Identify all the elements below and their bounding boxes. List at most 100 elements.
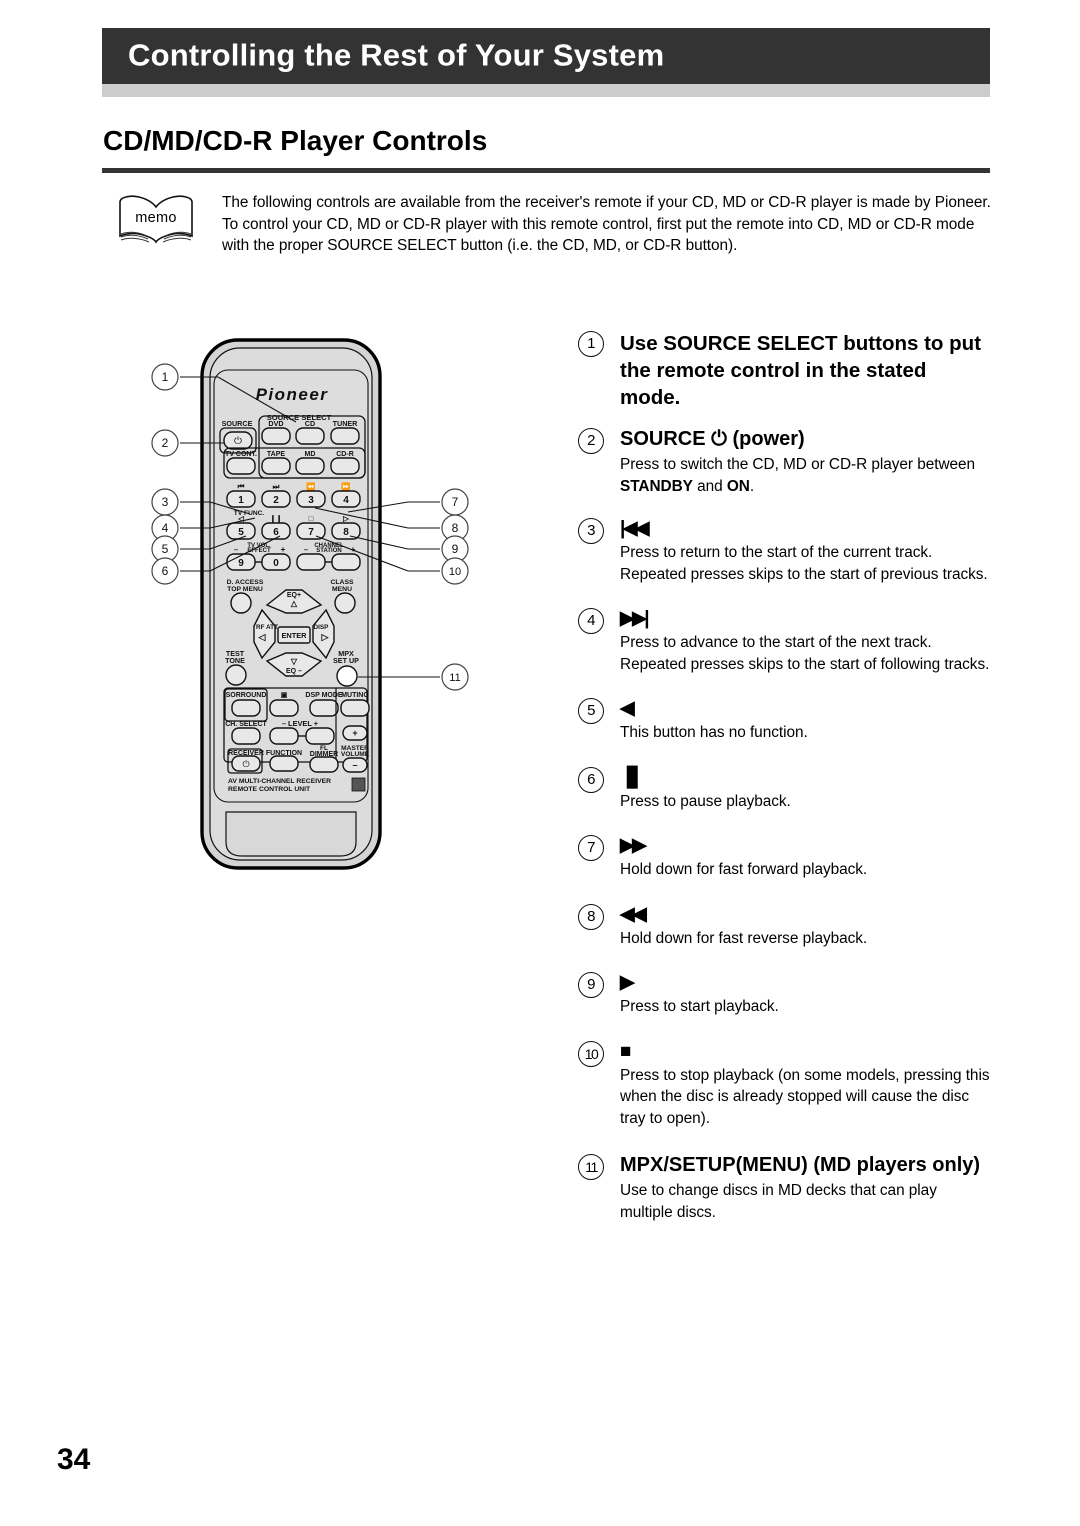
glyph-rewind: ⏪ bbox=[306, 482, 315, 491]
control-item-6: 6 ▐▌ Press to pause playback. bbox=[578, 766, 990, 813]
control-item-5: 5 ◀ This button has no function. bbox=[578, 697, 990, 744]
page-header-bar: Controlling the Rest of Your System bbox=[102, 28, 990, 84]
control-body-6: Press to pause playback. bbox=[620, 792, 791, 810]
top-menu-label: TOP MENU bbox=[227, 586, 263, 593]
menu-label: MENU bbox=[332, 586, 352, 593]
svg-text:–: – bbox=[304, 545, 308, 554]
btn-cd bbox=[295, 427, 325, 445]
memo-book-icon: memo bbox=[117, 194, 195, 248]
control-body-5: This button has no function. bbox=[620, 724, 808, 741]
btn-label-dvd: DVD bbox=[268, 419, 283, 428]
control-heading-2: SOURCE ⏻ (power) bbox=[620, 428, 805, 450]
svg-text:4: 4 bbox=[162, 521, 169, 535]
eq-minus-label: EQ – bbox=[286, 668, 302, 675]
btn-fl-dimmer bbox=[309, 756, 339, 773]
svg-text:5: 5 bbox=[162, 542, 169, 556]
control-item-7: 7 ▶▶ Hold down for fast forward playback… bbox=[578, 834, 990, 881]
control-item-3: 3 |◀◀ Press to return to the start of th… bbox=[578, 517, 990, 585]
remote-logo-badge bbox=[351, 777, 366, 792]
class-label: CLASS bbox=[330, 579, 354, 586]
svg-text:7: 7 bbox=[308, 527, 314, 538]
remote-footer-line2: REMOTE CONTROL UNIT bbox=[228, 786, 311, 793]
control-glyph-pause-icon: ▐▌ bbox=[620, 766, 644, 788]
btn-level-minus bbox=[269, 727, 299, 745]
memo-label: memo bbox=[135, 210, 177, 226]
btn-label-md: MD bbox=[305, 451, 316, 458]
svg-text:3: 3 bbox=[308, 495, 314, 506]
btn-label-tuner: TUNER bbox=[333, 419, 359, 428]
station-label: STATION bbox=[316, 548, 341, 554]
svg-text:6: 6 bbox=[162, 564, 169, 578]
ch-select-label: CH. SELECT bbox=[225, 721, 267, 728]
svg-text:1: 1 bbox=[238, 495, 244, 506]
control-body-2: Press to switch the CD, MD or CD-R playe… bbox=[620, 456, 976, 495]
glyph-left-cursor: ◁ bbox=[258, 632, 267, 642]
svg-text:4: 4 bbox=[343, 495, 349, 506]
svg-text:3: 3 bbox=[162, 495, 169, 509]
btn-label-tvcont: TV CONT. bbox=[225, 451, 257, 458]
remote-brand-logo: Pioneer bbox=[256, 385, 329, 404]
tone-label: TONE bbox=[225, 656, 245, 665]
control-heading-11: MPX/SETUP(MENU) (MD players only) bbox=[620, 1154, 981, 1176]
btn-channel-plus bbox=[331, 553, 361, 571]
dolby-icon: ▣ bbox=[281, 692, 288, 699]
control-item-8: 8 ◀◀ Hold down for fast reverse playback… bbox=[578, 903, 990, 950]
svg-text:1: 1 bbox=[162, 370, 169, 384]
muting-label: MUTING bbox=[341, 692, 369, 699]
enter-label: ENTER bbox=[281, 631, 307, 640]
control-heading-1: Use SOURCE SELECT buttons to put the rem… bbox=[620, 332, 982, 409]
control-item-1: 1 Use SOURCE SELECT buttons to put the r… bbox=[578, 330, 990, 411]
control-number-4: 4 bbox=[578, 608, 604, 634]
d-access-label: D. ACCESS bbox=[227, 579, 264, 586]
btn-function bbox=[269, 755, 299, 772]
btn-label-cd: CD bbox=[305, 419, 315, 428]
control-body-11: Use to change discs in MD decks that can… bbox=[620, 1182, 937, 1221]
eq-plus-label: EQ+ bbox=[287, 592, 301, 599]
control-number-8: 8 bbox=[578, 903, 604, 930]
glyph-right-cursor: ▷ bbox=[321, 632, 330, 642]
glyph-up: △ bbox=[290, 599, 298, 608]
control-number-5: 5 bbox=[578, 698, 604, 724]
disp-label: DISP bbox=[314, 624, 330, 631]
btn-tuner bbox=[330, 427, 360, 445]
control-number-6: 6 bbox=[578, 766, 604, 793]
control-item-2: 2 SOURCE ⏻ (power) Press to switch the C… bbox=[578, 427, 990, 497]
control-number-1: 1 bbox=[578, 331, 604, 357]
remote-footer-line1: AV MULTI-CHANNEL RECEIVER bbox=[228, 778, 331, 785]
svg-text:8: 8 bbox=[343, 527, 349, 538]
control-glyph-play-icon: ▶ bbox=[620, 972, 635, 993]
control-item-11: 11 MPX/SETUP(MENU) (MD players only) Use… bbox=[578, 1153, 990, 1223]
svg-text:2: 2 bbox=[162, 436, 169, 450]
control-number-11: 11 bbox=[578, 1154, 604, 1180]
header-accent-bar bbox=[102, 84, 990, 97]
btn-dolby bbox=[269, 699, 299, 717]
receiver-power-icon: ⏻ bbox=[242, 759, 249, 769]
btn-sorround bbox=[231, 699, 261, 717]
source-label: SOURCE bbox=[222, 419, 253, 428]
memo-paragraph-2: To control your CD, MD or CD-R player wi… bbox=[222, 215, 975, 255]
svg-text:2: 2 bbox=[273, 495, 279, 506]
control-body-3: Press to return to the start of the curr… bbox=[620, 544, 988, 583]
section-heading: CD/MD/CD-R Player Controls bbox=[103, 125, 488, 156]
control-glyph-fast-forward-icon: ▶▶ bbox=[620, 835, 647, 856]
sorround-label: SORROUND bbox=[226, 692, 267, 699]
control-body-4: Press to advance to the start of the nex… bbox=[620, 634, 990, 673]
btn-mpx-setup bbox=[336, 665, 358, 687]
svg-text:9: 9 bbox=[452, 542, 459, 556]
control-number-9: 9 bbox=[578, 972, 604, 998]
btn-dvd bbox=[261, 427, 291, 445]
svg-text:–: – bbox=[352, 760, 357, 770]
btn-channel-minus bbox=[296, 553, 326, 571]
rf-att-label: RF ATT bbox=[256, 624, 278, 631]
btn-level-plus bbox=[305, 727, 335, 745]
control-glyph-prev-track-icon: |◀◀ bbox=[620, 518, 650, 539]
setup-label: SET UP bbox=[333, 656, 359, 665]
svg-text:+: + bbox=[281, 544, 286, 554]
section-divider bbox=[102, 168, 990, 173]
glyph-prev-track: ⏮ bbox=[238, 482, 245, 491]
control-item-10: 10 ■ Press to stop playback (on some mod… bbox=[578, 1040, 990, 1130]
control-glyph-left-arrow-icon: ◀ bbox=[620, 698, 635, 719]
btn-label-cdr: CD-R bbox=[336, 451, 354, 458]
btn-class-menu bbox=[334, 592, 356, 614]
svg-text:0: 0 bbox=[273, 558, 279, 569]
